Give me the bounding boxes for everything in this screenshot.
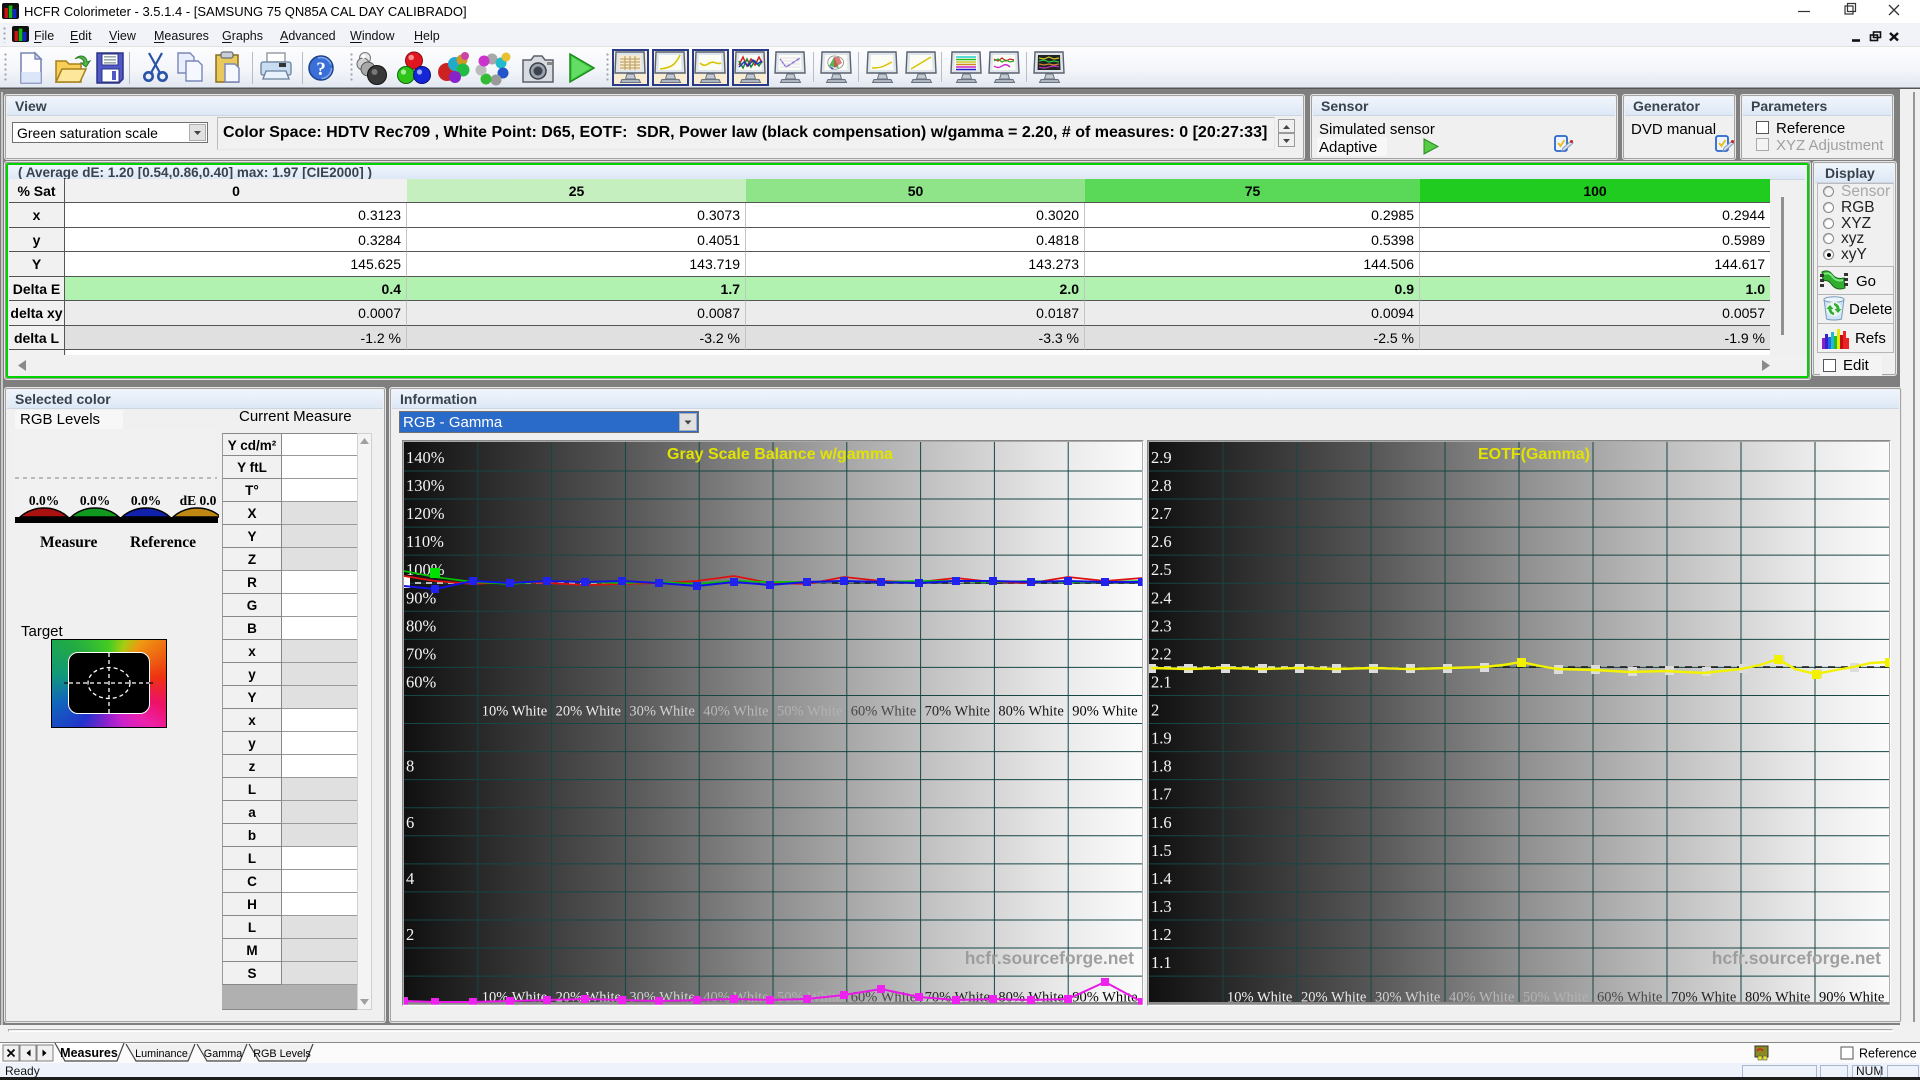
svg-text:2.2: 2.2	[1151, 644, 1172, 663]
svg-text:Luminance: Luminance	[135, 1048, 188, 1060]
svg-text:2.6: 2.6	[1151, 532, 1172, 551]
svg-text:10% White: 10% White	[1227, 990, 1292, 1006]
svg-text:90% White: 90% White	[1819, 990, 1884, 1006]
svg-text:110%: 110%	[406, 532, 444, 551]
svg-text:40% White: 40% White	[703, 704, 768, 720]
svg-text:Reference: Reference	[1859, 1047, 1917, 1061]
svg-text:90% White: 90% White	[1072, 704, 1137, 720]
svg-text:40% White: 40% White	[1449, 990, 1514, 1006]
svg-text:80%: 80%	[406, 616, 437, 635]
svg-text:1.3: 1.3	[1151, 897, 1172, 916]
svg-text:1.9: 1.9	[1151, 729, 1172, 748]
svg-text:50% White: 50% White	[777, 704, 842, 720]
svg-text:10% White: 10% White	[482, 704, 547, 720]
svg-text:8: 8	[406, 757, 414, 776]
svg-text:80% White: 80% White	[998, 704, 1063, 720]
svg-text:1.8: 1.8	[1151, 757, 1172, 776]
svg-text:hcfr.sourceforge.net: hcfr.sourceforge.net	[965, 948, 1134, 968]
svg-text:2: 2	[406, 925, 414, 944]
svg-text:2.3: 2.3	[1151, 616, 1172, 635]
svg-text:Gamma: Gamma	[204, 1048, 242, 1060]
svg-text:120%: 120%	[406, 504, 445, 523]
svg-text:80% White: 80% White	[1745, 990, 1810, 1006]
svg-text:1.6: 1.6	[1151, 813, 1172, 832]
svg-text:50% White: 50% White	[1523, 990, 1588, 1006]
svg-text:2.1: 2.1	[1151, 672, 1172, 691]
svg-text:20% White: 20% White	[556, 704, 621, 720]
svg-text:30% White: 30% White	[629, 704, 694, 720]
svg-text:30% White: 30% White	[1375, 990, 1440, 1006]
svg-text:4: 4	[406, 869, 414, 888]
svg-text:130%: 130%	[406, 476, 445, 495]
svg-text:Measures: Measures	[60, 1046, 118, 1060]
svg-text:RGB Levels: RGB Levels	[253, 1048, 311, 1060]
svg-text:70%: 70%	[406, 644, 437, 663]
svg-text:60% White: 60% White	[1597, 990, 1662, 1006]
svg-text:1.4: 1.4	[1151, 869, 1172, 888]
svg-text:2.9: 2.9	[1151, 448, 1172, 467]
svg-text:6: 6	[406, 813, 414, 832]
svg-text:1.5: 1.5	[1151, 841, 1172, 860]
svg-text:1.1: 1.1	[1151, 953, 1172, 972]
svg-text:2: 2	[1151, 701, 1159, 720]
svg-text:10% White: 10% White	[482, 990, 547, 1006]
svg-text:EOTF(Gamma): EOTF(Gamma)	[1478, 446, 1590, 463]
svg-text:1.2: 1.2	[1151, 925, 1172, 944]
svg-text:140%: 140%	[406, 448, 445, 467]
svg-text:20% White: 20% White	[1301, 990, 1366, 1006]
svg-text:Gray Scale Balance w/gamma: Gray Scale Balance w/gamma	[667, 446, 893, 463]
svg-text:60%: 60%	[406, 672, 437, 691]
svg-text:2.5: 2.5	[1151, 560, 1172, 579]
svg-text:2.4: 2.4	[1151, 588, 1172, 607]
svg-text:2.8: 2.8	[1151, 476, 1172, 495]
svg-text:2.7: 2.7	[1151, 504, 1172, 523]
svg-text:hcfr.sourceforge.net: hcfr.sourceforge.net	[1712, 948, 1881, 968]
svg-text:70% White: 70% White	[1671, 990, 1736, 1006]
svg-text:70% White: 70% White	[925, 704, 990, 720]
svg-text:1.7: 1.7	[1151, 785, 1172, 804]
svg-text:60% White: 60% White	[851, 704, 916, 720]
